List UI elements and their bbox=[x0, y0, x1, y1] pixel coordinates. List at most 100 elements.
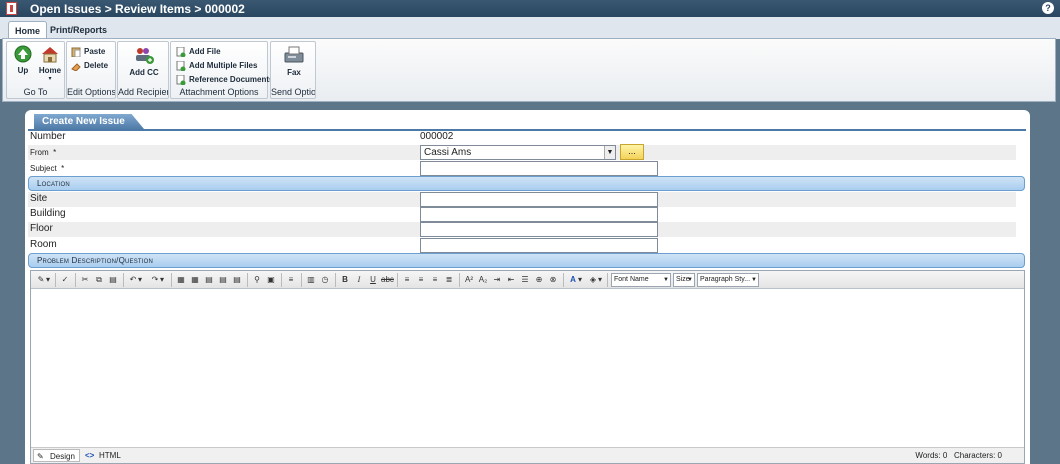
site-row: Site bbox=[28, 192, 1016, 207]
add-file-button[interactable]: Add File bbox=[176, 45, 221, 58]
subject-row: Subject * bbox=[28, 161, 1016, 176]
paragraph-style-select[interactable]: Paragraph Sty... ▼ bbox=[697, 273, 759, 287]
paste-icon[interactable]: ▤ bbox=[107, 274, 119, 286]
toolbar-divider bbox=[397, 273, 398, 287]
insert-date-icon[interactable]: ▥ bbox=[305, 274, 317, 286]
add-file-icon bbox=[176, 47, 186, 57]
chevron-down-icon[interactable]: ▾ bbox=[159, 274, 165, 286]
group-label-send: Send Option bbox=[271, 87, 315, 97]
bold-icon[interactable]: B bbox=[339, 274, 351, 286]
delete-button[interactable]: Delete bbox=[71, 59, 108, 72]
reference-documents-label: Reference Documents bbox=[189, 75, 274, 84]
app-icon bbox=[6, 2, 17, 15]
number-value: 000002 bbox=[420, 131, 454, 142]
up-button[interactable]: Up bbox=[13, 45, 33, 75]
floor-input[interactable] bbox=[420, 222, 658, 237]
chevron-down-icon[interactable]: ▾ bbox=[597, 274, 603, 286]
toolbar-divider bbox=[607, 273, 608, 287]
paste-plain-text-icon[interactable]: ▤ bbox=[203, 274, 215, 286]
subscript-icon[interactable]: A₂ bbox=[477, 274, 489, 286]
add-cc-button[interactable]: Add CC bbox=[124, 45, 164, 77]
toolbar-divider bbox=[247, 273, 248, 287]
group-label-attachment: Attachment Options bbox=[179, 87, 259, 97]
pencil-icon: ✎ bbox=[37, 452, 44, 461]
location-section-header[interactable]: Location bbox=[28, 176, 1025, 191]
align-left-icon[interactable]: ≡ bbox=[401, 274, 413, 286]
from-select[interactable]: Cassi Ams ▼ bbox=[420, 145, 616, 160]
window-title: Open Issues > Review Items > 000002 bbox=[30, 2, 245, 16]
toolbar-divider bbox=[123, 273, 124, 287]
home-dropdown-icon[interactable]: ▾ bbox=[38, 75, 62, 82]
outdent-icon[interactable]: ⇤ bbox=[505, 274, 517, 286]
subject-input[interactable] bbox=[420, 161, 658, 176]
from-label: From * bbox=[30, 148, 57, 157]
toolbar-divider bbox=[55, 273, 56, 287]
group-go-to: Up Home ▾ Go To bbox=[6, 41, 65, 99]
building-input[interactable] bbox=[420, 207, 658, 222]
chevron-down-icon[interactable]: ▼ bbox=[604, 146, 615, 159]
link-icon[interactable]: ⊕ bbox=[533, 274, 545, 286]
toolbar-divider bbox=[335, 273, 336, 287]
tab-home[interactable]: Home bbox=[8, 21, 48, 39]
paste-from-word-icon[interactable]: ▦ bbox=[175, 274, 187, 286]
strikethrough-icon[interactable]: abc bbox=[381, 274, 394, 286]
cut-icon[interactable]: ✂ bbox=[79, 274, 91, 286]
underline-icon[interactable]: U bbox=[367, 274, 379, 286]
indent-icon[interactable]: ⇥ bbox=[491, 274, 503, 286]
design-mode-tab[interactable]: ✎ Design bbox=[33, 449, 80, 462]
editor-status-bar: ✎ Design <> HTML Words: 0 Characters: 0 bbox=[31, 447, 1024, 463]
unlink-icon[interactable]: ⊗ bbox=[547, 274, 559, 286]
insert-time-icon[interactable]: ◷ bbox=[319, 274, 331, 286]
help-icon[interactable]: ? bbox=[1042, 2, 1054, 14]
copy-icon[interactable]: ⧉ bbox=[93, 274, 105, 286]
add-multiple-files-button[interactable]: Add Multiple Files bbox=[176, 59, 257, 72]
building-label: Building bbox=[30, 208, 66, 219]
editor-content-area[interactable] bbox=[31, 290, 1024, 449]
font-size-select[interactable]: Size ▼ bbox=[673, 273, 695, 287]
from-lookup-button[interactable]: ... bbox=[620, 144, 644, 160]
design-tab-label: Design bbox=[50, 452, 75, 461]
reference-documents-button[interactable]: Reference Documents bbox=[176, 73, 273, 86]
bulleted-list-icon[interactable]: ☰ bbox=[519, 274, 531, 286]
room-input[interactable] bbox=[420, 238, 658, 253]
problem-section-header[interactable]: Problem Description/Question bbox=[28, 253, 1025, 268]
room-row: Room bbox=[28, 238, 1016, 253]
fax-label: Fax bbox=[287, 68, 301, 77]
spellcheck-icon[interactable]: ✓ bbox=[59, 274, 71, 286]
html-mode-tab[interactable]: <> HTML bbox=[83, 449, 121, 462]
words-count: Words: 0 bbox=[915, 451, 948, 460]
justify-icon[interactable]: ≣ bbox=[443, 274, 455, 286]
site-input[interactable] bbox=[420, 192, 658, 207]
paste-as-html-icon[interactable]: ▤ bbox=[217, 274, 229, 286]
tab-print-reports[interactable]: Print/Reports bbox=[44, 21, 113, 39]
horizontal-rule-icon[interactable]: ≡ bbox=[285, 274, 297, 286]
add-cc-label: Add CC bbox=[129, 68, 159, 77]
align-center-icon[interactable]: ≡ bbox=[415, 274, 427, 286]
home-icon bbox=[42, 47, 58, 63]
chevron-down-icon[interactable]: ▼ bbox=[663, 274, 669, 286]
ribbon-toolbar: Up Home ▾ Go To Paste Delete Edit Option… bbox=[2, 38, 1056, 102]
chevron-down-icon[interactable]: ▼ bbox=[751, 274, 757, 286]
group-attachment-options: Add File Add Multiple Files Reference Do… bbox=[170, 41, 273, 99]
home-button[interactable]: Home ▾ bbox=[38, 45, 62, 82]
chevron-down-icon[interactable]: ▼ bbox=[687, 274, 693, 286]
align-right-icon[interactable]: ≡ bbox=[429, 274, 441, 286]
editor-toolbar: ✎ ▾ ✓ ✂ ⧉ ▤ ↶ ▾ ↷ ▾ ▦ ▦ ▤ ▤ ▤ ⚲ ▣ ≡ ▥ ◷ … bbox=[31, 271, 1024, 289]
code-icon: <> bbox=[85, 451, 95, 460]
superscript-icon[interactable]: A² bbox=[463, 274, 475, 286]
toolbar-divider bbox=[281, 273, 282, 287]
toolbar-divider bbox=[459, 273, 460, 287]
paste-html-icon[interactable]: ▤ bbox=[231, 274, 243, 286]
paste-button[interactable]: Paste bbox=[71, 45, 105, 58]
select-all-icon[interactable]: ▣ bbox=[265, 274, 277, 286]
chevron-down-icon[interactable]: ▾ bbox=[45, 274, 51, 286]
paste-label: Paste bbox=[84, 47, 106, 56]
find-replace-icon[interactable]: ⚲ bbox=[251, 274, 263, 286]
toolbar-divider bbox=[75, 273, 76, 287]
chevron-down-icon[interactable]: ▾ bbox=[577, 274, 583, 286]
chevron-down-icon[interactable]: ▾ bbox=[137, 274, 143, 286]
fax-button[interactable]: Fax bbox=[279, 45, 309, 77]
italic-icon[interactable]: I bbox=[353, 274, 365, 286]
font-name-select[interactable]: Font Name ▼ bbox=[611, 273, 671, 287]
paste-from-word-strip-icon[interactable]: ▦ bbox=[189, 274, 201, 286]
